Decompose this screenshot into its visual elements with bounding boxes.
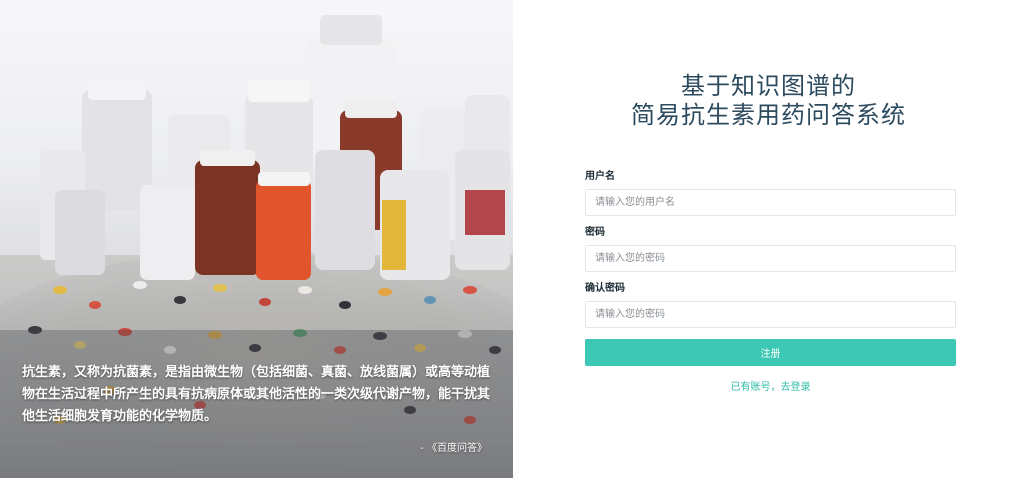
page-title: 基于知识图谱的 简易抗生素用药问答系统 xyxy=(513,72,1024,130)
title-line-2: 简易抗生素用药问答系统 xyxy=(631,101,906,129)
confirm-password-label: 确认密码 xyxy=(585,283,625,294)
register-form: 用户名 密码 确认密码 注册 已有账号，去登录 xyxy=(585,171,956,393)
username-input[interactable] xyxy=(585,189,956,216)
password-input[interactable] xyxy=(585,245,956,272)
username-group: 用户名 xyxy=(585,171,956,216)
hero-image-panel: 抗生素，又称为抗菌素，是指由微生物（包括细菌、真菌、放线菌属）或高等动植物在生活… xyxy=(0,0,513,478)
password-label: 密码 xyxy=(585,227,605,238)
description-source: - 《百度问答》 xyxy=(420,443,487,454)
confirm-password-group: 确认密码 xyxy=(585,283,956,328)
register-button[interactable]: 注册 xyxy=(585,339,956,366)
go-to-login-link[interactable]: 已有账号，去登录 xyxy=(585,378,956,393)
antibiotic-description: 抗生素，又称为抗菌素，是指由微生物（包括细菌、真菌、放线菌属）或高等动植物在生活… xyxy=(22,365,491,424)
title-line-1: 基于知识图谱的 xyxy=(681,72,856,100)
password-group: 密码 xyxy=(585,227,956,272)
register-panel: 基于知识图谱的 简易抗生素用药问答系统 用户名 密码 确认密码 注册 已有账号，… xyxy=(513,0,1024,478)
username-label: 用户名 xyxy=(585,171,615,182)
confirm-password-input[interactable] xyxy=(585,301,956,328)
